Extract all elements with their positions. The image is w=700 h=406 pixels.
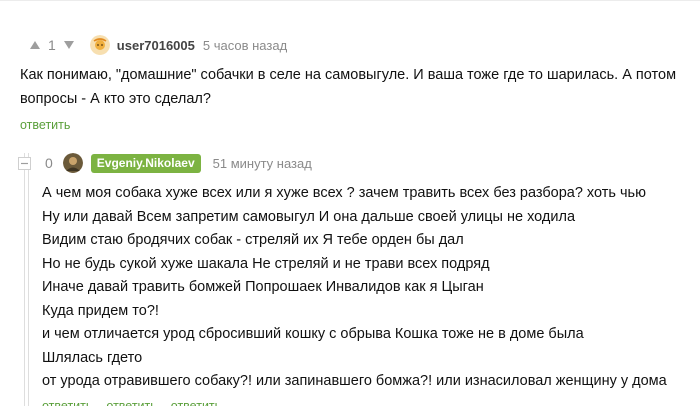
action-link[interactable]: ответить — [171, 399, 221, 406]
comment-line: Иначе давай травить бомжей Попрошаек Инв… — [42, 279, 484, 295]
comment-time[interactable]: 5 часов назад — [203, 38, 287, 53]
comment-body: А чем моя собака хуже всех или я хуже вс… — [42, 182, 667, 394]
upvote-icon[interactable] — [28, 38, 42, 52]
top-separator — [0, 0, 700, 15]
comment-body: Как понимаю, "домашние" собачки в селе н… — [20, 64, 676, 111]
thread-line[interactable] — [28, 153, 29, 406]
comment-score: 1 — [48, 37, 56, 53]
thread-line[interactable] — [24, 153, 25, 406]
comment-line: Ну или давай Всем запретим самовыгул И о… — [42, 208, 576, 225]
username-badge[interactable]: Evgeniy.Nikolaev — [90, 153, 201, 173]
comment-username[interactable]: user7016005 — [117, 38, 195, 53]
comment-line: Видим стаю бродячих собак - стреляй их Я… — [42, 232, 464, 248]
comment-line: вопросы - А кто это сделал? — [20, 90, 211, 107]
comment-score: 0 — [45, 155, 53, 171]
comment-line: Как понимаю, "домашние" собачки в селе н… — [20, 67, 677, 83]
comment-header: 0 Evgeniy.Nikolaev 51 минуту назад — [18, 153, 312, 173]
comment-line: Шлялась гдето — [42, 349, 143, 366]
vote-controls: 1 — [28, 37, 76, 53]
comment-line: Но не будь сукой хуже шакала Не стреляй … — [42, 255, 490, 272]
avatar-photo-icon[interactable] — [62, 153, 83, 173]
collapse-icon[interactable] — [18, 156, 31, 170]
comment-line: Куда придем то?! — [42, 302, 159, 319]
comment-line: от урода отравившего собаку?! или запина… — [42, 373, 667, 389]
action-link[interactable]: ответить — [42, 399, 92, 406]
comment-actions: ответить ответить ответить — [42, 399, 221, 406]
avatar-default-icon[interactable] — [89, 35, 110, 55]
comment-time[interactable]: 51 минуту назад — [213, 156, 312, 171]
comment-header: 1 user7016005 5 часов назад — [28, 35, 287, 55]
downvote-icon[interactable] — [62, 38, 76, 52]
reply-link[interactable]: ответить — [20, 118, 70, 132]
action-link[interactable]: ответить — [106, 399, 156, 406]
comment-line: и чем отличается урод сбросивший кошку с… — [42, 326, 584, 342]
comment-line: А чем моя собака хуже всех или я хуже вс… — [42, 185, 646, 201]
